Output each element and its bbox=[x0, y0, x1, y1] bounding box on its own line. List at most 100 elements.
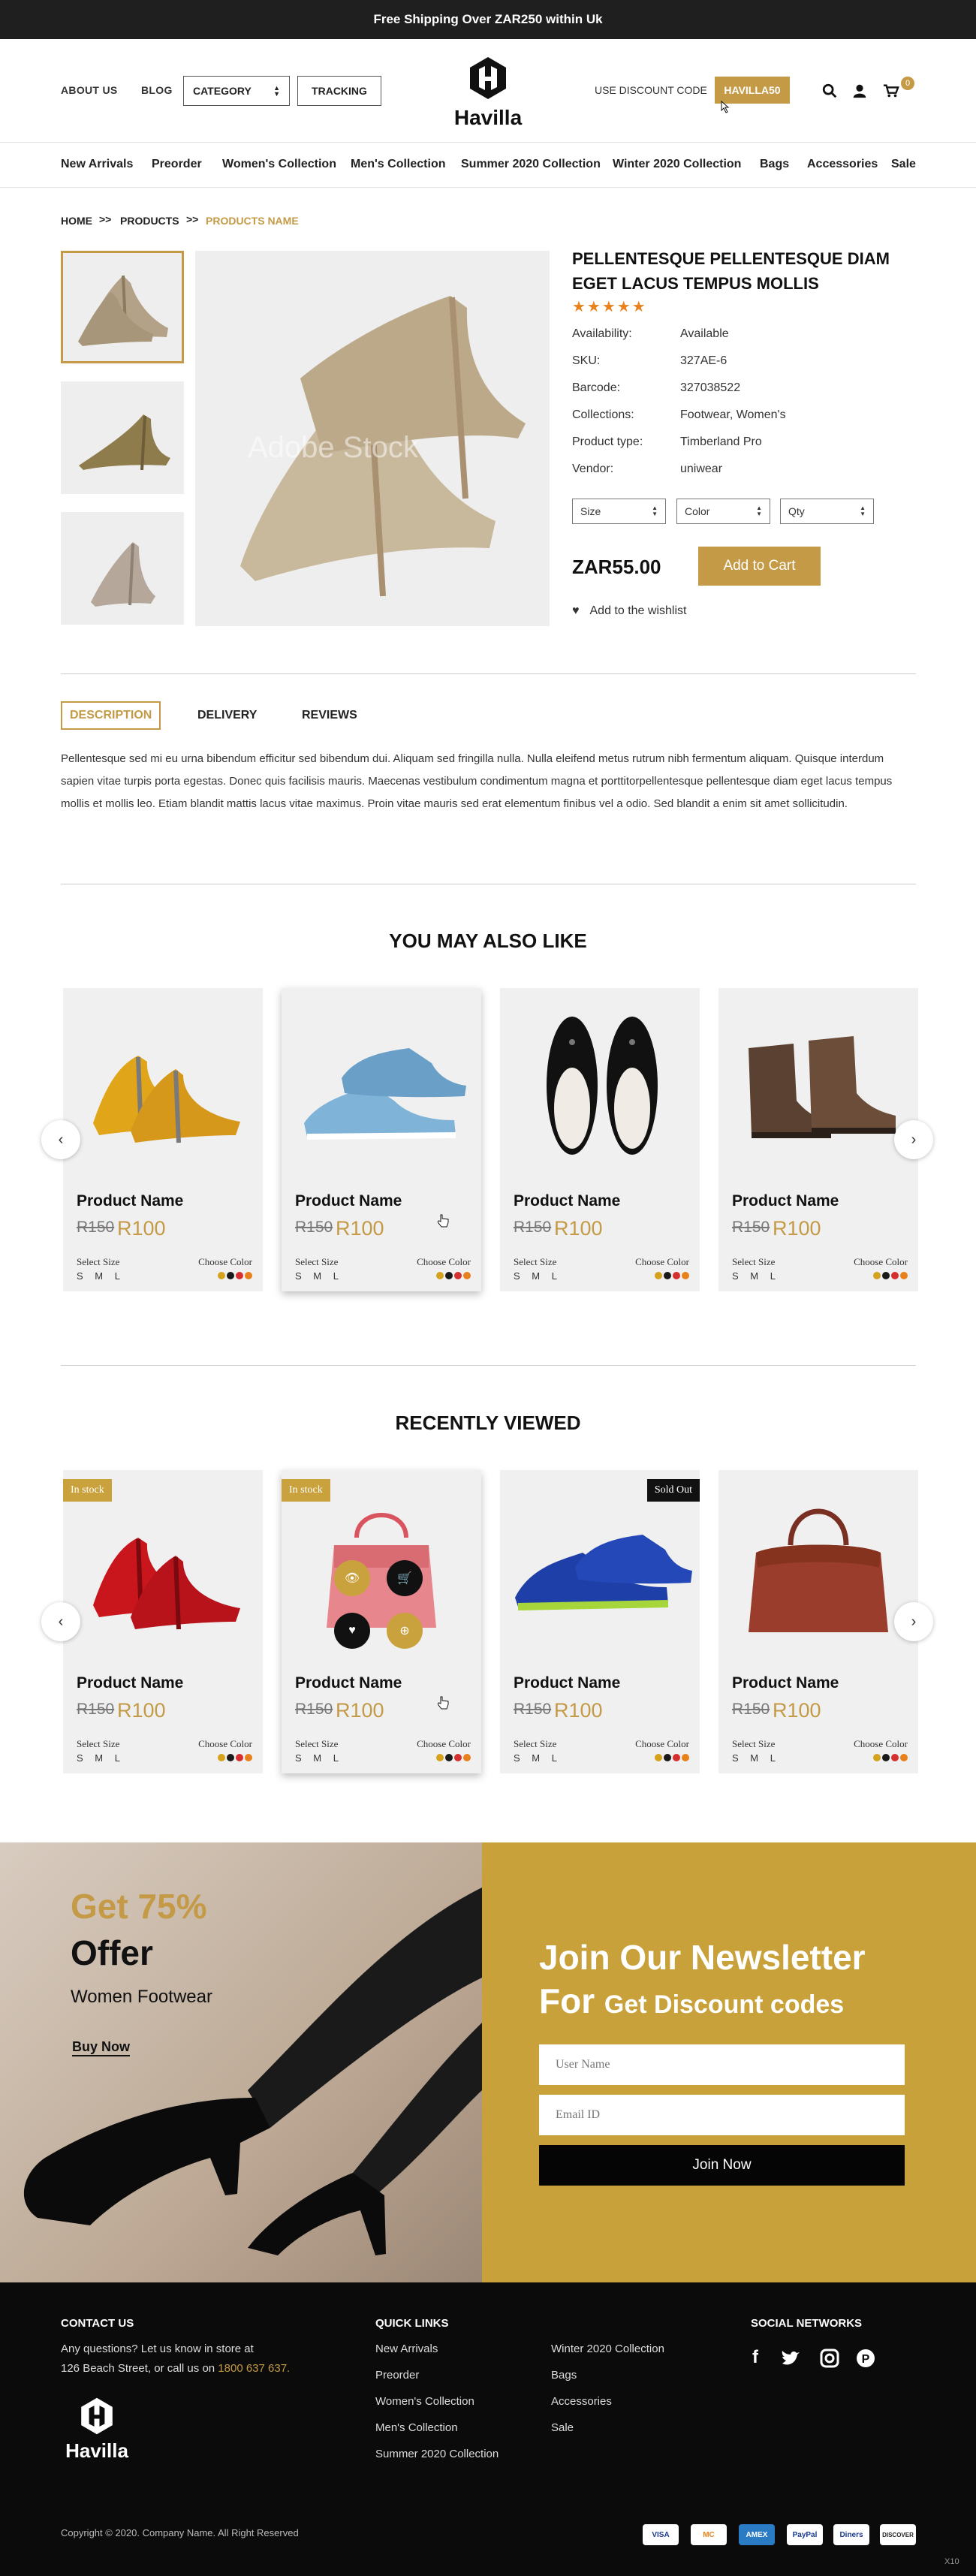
swatch-black[interactable] bbox=[445, 1272, 453, 1279]
join-now-button[interactable]: Join Now bbox=[539, 2145, 905, 2186]
size-options[interactable]: S M L bbox=[77, 1270, 125, 1282]
size-options[interactable]: S M L bbox=[514, 1270, 562, 1282]
thumbnail-2[interactable] bbox=[61, 381, 184, 494]
swatch-yellow[interactable] bbox=[436, 1272, 444, 1279]
footer-link[interactable]: Preorder bbox=[375, 2369, 419, 2382]
color-swatches[interactable] bbox=[218, 1754, 252, 1761]
swatch-black[interactable] bbox=[664, 1754, 671, 1761]
swatch-red[interactable] bbox=[454, 1754, 462, 1761]
size-options[interactable]: S M L bbox=[514, 1752, 562, 1764]
twitter-icon[interactable] bbox=[781, 2350, 800, 2367]
carousel-prev-button[interactable]: ‹ bbox=[41, 1120, 80, 1159]
swatch-black[interactable] bbox=[882, 1272, 890, 1279]
size-options[interactable]: S M L bbox=[732, 1752, 780, 1764]
facebook-icon[interactable]: f bbox=[752, 2347, 758, 2368]
color-swatches[interactable] bbox=[873, 1754, 908, 1761]
product-card[interactable]: In stock 👁 🛒 ♥ ⊕ Product Name R150 R100 … bbox=[282, 1470, 481, 1773]
swatch-red[interactable] bbox=[236, 1272, 243, 1279]
nav-summer[interactable]: Summer 2020 Collection bbox=[461, 158, 601, 171]
size-options[interactable]: S M L bbox=[77, 1752, 125, 1764]
color-swatches[interactable] bbox=[873, 1272, 908, 1279]
instagram-icon[interactable] bbox=[820, 2349, 839, 2368]
blog-link[interactable]: BLOG bbox=[141, 84, 173, 96]
nav-sale[interactable]: Sale bbox=[891, 158, 916, 171]
user-icon[interactable] bbox=[851, 83, 868, 99]
swatch-yellow[interactable] bbox=[873, 1272, 881, 1279]
product-card[interactable]: In stock Product Name R150 R100 Select S… bbox=[63, 1470, 263, 1773]
wishlist-quick-button[interactable]: ♥ bbox=[334, 1613, 370, 1649]
swatch-red[interactable] bbox=[236, 1754, 243, 1761]
color-swatches[interactable] bbox=[218, 1272, 252, 1279]
breadcrumb-products[interactable]: PRODUCTS bbox=[120, 215, 179, 227]
product-card[interactable]: Product Name R150 R100 Select Size S M L… bbox=[718, 988, 918, 1291]
footer-link[interactable]: Sale bbox=[551, 2421, 574, 2434]
footer-link[interactable]: Bags bbox=[551, 2369, 577, 2382]
breadcrumb-home[interactable]: HOME bbox=[61, 215, 92, 227]
carousel-next-button[interactable]: › bbox=[894, 1602, 933, 1641]
swatch-red[interactable] bbox=[673, 1754, 680, 1761]
product-card[interactable]: Product Name R150 R100 Select Size S M L… bbox=[718, 1470, 918, 1773]
swatch-orange[interactable] bbox=[900, 1272, 908, 1279]
footer-link[interactable]: Men's Collection bbox=[375, 2421, 458, 2434]
swatch-orange[interactable] bbox=[900, 1754, 908, 1761]
swatch-red[interactable] bbox=[454, 1272, 462, 1279]
swatch-yellow[interactable] bbox=[436, 1754, 444, 1761]
color-swatches[interactable] bbox=[655, 1272, 689, 1279]
footer-link[interactable]: Women's Collection bbox=[375, 2395, 474, 2408]
thumbnail-3[interactable] bbox=[61, 512, 184, 625]
swatch-red[interactable] bbox=[673, 1272, 680, 1279]
username-input[interactable] bbox=[539, 2044, 905, 2085]
tracking-button[interactable]: TRACKING bbox=[297, 76, 381, 106]
swatch-orange[interactable] bbox=[245, 1272, 252, 1279]
swatch-yellow[interactable] bbox=[218, 1272, 225, 1279]
about-link[interactable]: ABOUT US bbox=[61, 84, 118, 96]
footer-link[interactable]: Accessories bbox=[551, 2395, 612, 2408]
nav-accessories[interactable]: Accessories bbox=[807, 158, 878, 171]
email-input[interactable] bbox=[539, 2095, 905, 2135]
size-options[interactable]: S M L bbox=[732, 1270, 780, 1282]
tab-delivery[interactable]: DELIVERY bbox=[197, 701, 257, 730]
footer-link[interactable]: Winter 2020 Collection bbox=[551, 2343, 664, 2355]
zoom-button[interactable]: ⊕ bbox=[387, 1613, 423, 1649]
tab-description[interactable]: DESCRIPTION bbox=[61, 701, 161, 730]
color-swatches[interactable] bbox=[436, 1272, 471, 1279]
product-card[interactable]: Sold Out Product Name R150 R100 Select S… bbox=[500, 1470, 700, 1773]
swatch-black[interactable] bbox=[227, 1754, 234, 1761]
swatch-yellow[interactable] bbox=[655, 1754, 662, 1761]
wishlist-link[interactable]: ♥ Add to the wishlist bbox=[572, 604, 686, 618]
add-to-cart-button[interactable]: Add to Cart bbox=[698, 547, 821, 586]
search-icon[interactable] bbox=[821, 83, 838, 99]
size-select[interactable]: Size ▲ ▼ bbox=[572, 499, 666, 524]
swatch-red[interactable] bbox=[891, 1754, 899, 1761]
add-cart-quick-button[interactable]: 🛒 bbox=[387, 1560, 423, 1596]
product-card[interactable]: Product Name R150 R100 Select Size S M L… bbox=[500, 988, 700, 1291]
swatch-black[interactable] bbox=[445, 1754, 453, 1761]
swatch-orange[interactable] bbox=[245, 1754, 252, 1761]
swatch-orange[interactable] bbox=[463, 1754, 471, 1761]
color-select[interactable]: Color ▲ ▼ bbox=[676, 499, 770, 524]
swatch-yellow[interactable] bbox=[218, 1754, 225, 1761]
footer-link[interactable]: Summer 2020 Collection bbox=[375, 2448, 499, 2460]
swatch-red[interactable] bbox=[891, 1272, 899, 1279]
nav-bags[interactable]: Bags bbox=[760, 158, 789, 171]
product-card[interactable]: Product Name R150 R100 Select Size S M L… bbox=[63, 988, 263, 1291]
pinterest-icon[interactable]: P bbox=[856, 2349, 875, 2368]
thumbnail-1[interactable] bbox=[61, 251, 184, 363]
color-swatches[interactable] bbox=[436, 1754, 471, 1761]
color-swatches[interactable] bbox=[655, 1754, 689, 1761]
nav-new-arrivals[interactable]: New Arrivals bbox=[61, 158, 133, 171]
category-dropdown[interactable]: CATEGORY ▲ ▼ bbox=[183, 76, 290, 106]
swatch-orange[interactable] bbox=[463, 1272, 471, 1279]
swatch-yellow[interactable] bbox=[655, 1272, 662, 1279]
site-logo[interactable]: Havilla bbox=[447, 56, 529, 130]
footer-logo[interactable]: Havilla bbox=[61, 2397, 133, 2463]
carousel-prev-button[interactable]: ‹ bbox=[41, 1602, 80, 1641]
size-options[interactable]: S M L bbox=[295, 1752, 343, 1764]
qty-select[interactable]: Qty ▲ ▼ bbox=[780, 499, 874, 524]
swatch-yellow[interactable] bbox=[873, 1754, 881, 1761]
nav-womens[interactable]: Women's Collection bbox=[222, 158, 336, 171]
swatch-orange[interactable] bbox=[682, 1754, 689, 1761]
nav-winter[interactable]: Winter 2020 Collection bbox=[613, 158, 741, 171]
tab-reviews[interactable]: REVIEWS bbox=[302, 701, 357, 730]
swatch-black[interactable] bbox=[227, 1272, 234, 1279]
